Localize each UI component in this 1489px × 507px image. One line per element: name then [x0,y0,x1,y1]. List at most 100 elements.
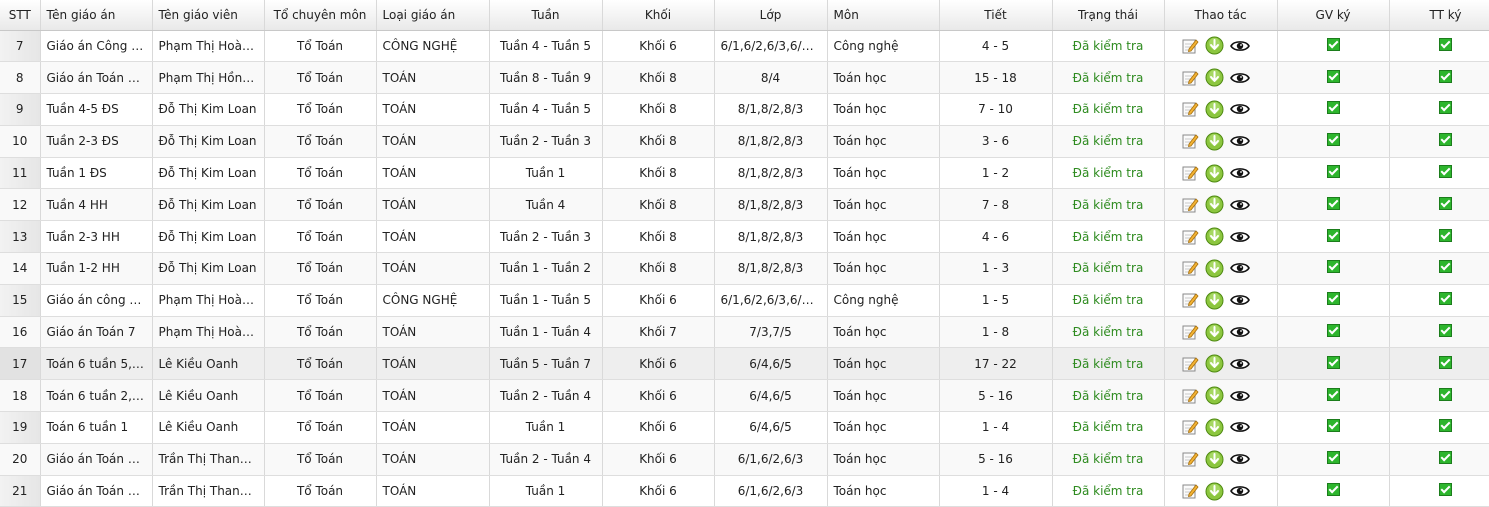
table-row[interactable]: 9 Tuần 4-5 ĐS Đỗ Thị Kim Loan Tổ Toán TOÁN Tu… [0,93,1489,126]
gv-ky-checkbox-checked-icon[interactable] [1326,101,1340,115]
gv-ky-checkbox-checked-icon[interactable] [1326,292,1340,306]
download-icon[interactable] [1205,259,1224,278]
tt-ky-checkbox-checked-icon[interactable] [1439,260,1452,274]
eye-icon[interactable] [1229,102,1250,116]
eye-icon[interactable] [1229,198,1250,212]
edit-icon[interactable] [1181,323,1199,341]
tt-ky-checkbox-checked-icon[interactable] [1439,355,1452,369]
header-stt[interactable]: STT [0,0,41,31]
gv-ky-checkbox-checked-icon[interactable] [1326,196,1340,210]
download-icon[interactable] [1205,450,1224,469]
download-icon[interactable] [1205,132,1224,151]
gv-ky-checkbox-checked-icon[interactable] [1326,387,1340,401]
gv-ky-checkbox-checked-icon[interactable] [1326,69,1340,83]
tt-ky-checkbox-checked-icon[interactable] [1439,419,1452,433]
tt-ky-checkbox-checked-icon[interactable] [1439,165,1452,179]
table-row[interactable]: 11 Tuần 1 ĐS Đỗ Thị Kim Loan Tổ Toán TOÁN Tuầ… [0,157,1489,190]
edit-icon[interactable] [1181,196,1199,214]
eye-icon[interactable] [1229,230,1250,244]
gv-ky-checkbox-checked-icon[interactable] [1326,355,1340,369]
header-ten-giao-vien[interactable]: Tên giáo viên [152,0,265,31]
download-icon[interactable] [1205,291,1224,310]
edit-icon[interactable] [1181,228,1199,246]
edit-icon[interactable] [1181,100,1199,118]
gv-ky-checkbox-checked-icon[interactable] [1326,324,1340,338]
edit-icon[interactable] [1181,387,1199,405]
tt-ky-checkbox-checked-icon[interactable] [1439,69,1452,83]
download-icon[interactable] [1205,195,1224,214]
header-lop[interactable]: Lớp [714,0,828,31]
table-row[interactable]: 21 Giáo án Toán 6 ... Trần Thị Thanh ... Tổ… [0,475,1489,507]
eye-icon[interactable] [1229,39,1250,53]
gv-ky-checkbox-checked-icon[interactable] [1326,165,1340,179]
tt-ky-checkbox-checked-icon[interactable] [1439,387,1452,401]
edit-icon[interactable] [1181,37,1199,55]
eye-icon[interactable] [1229,420,1250,434]
tt-ky-checkbox-checked-icon[interactable] [1439,101,1452,115]
download-icon[interactable] [1205,323,1224,342]
eye-icon[interactable] [1229,389,1250,403]
header-to-chuyen-mon[interactable]: Tổ chuyên môn [264,0,377,31]
eye-icon[interactable] [1229,71,1250,85]
download-icon[interactable] [1205,227,1224,246]
header-trang-thai[interactable]: Trạng thái [1052,0,1165,31]
download-icon[interactable] [1205,164,1224,183]
edit-icon[interactable] [1181,259,1199,277]
table-row[interactable]: 19 Toán 6 tuần 1 Lê Kiều Oanh Tổ Toán TOÁN Tu… [0,411,1489,444]
eye-icon[interactable] [1229,357,1250,371]
edit-icon[interactable] [1181,69,1199,87]
table-row[interactable]: 7 Giáo án Công N... Phạm Thị Hoàn... Tổ Toá… [0,30,1489,63]
eye-icon[interactable] [1229,325,1250,339]
download-icon[interactable] [1205,386,1224,405]
table-row[interactable]: 20 Giáo án Toán 6 ... Trần Thị Thanh ... Tổ… [0,443,1489,476]
gv-ky-checkbox-checked-icon[interactable] [1326,133,1340,147]
gv-ky-checkbox-checked-icon[interactable] [1326,451,1340,465]
header-ten-giao-an[interactable]: Tên giáo án [40,0,153,31]
table-row[interactable]: 13 Tuần 2-3 HH Đỗ Thị Kim Loan Tổ Toán TOÁN T… [0,220,1489,254]
header-tuan[interactable]: Tuần [489,0,603,31]
edit-icon[interactable] [1181,355,1199,373]
table-row[interactable]: 18 Toán 6 tuần 2,3,4 Lê Kiều Oanh Tổ Toán TO… [0,379,1489,413]
tt-ky-checkbox-checked-icon[interactable] [1439,451,1452,465]
header-tt-ky[interactable]: TT ký [1389,0,1489,31]
header-loai-giao-an[interactable]: Loại giáo án [376,0,490,31]
header-khoi[interactable]: Khối [602,0,715,31]
header-thao-tac[interactable]: Thao tác [1164,0,1278,31]
eye-icon[interactable] [1229,134,1250,148]
eye-icon[interactable] [1229,484,1250,498]
edit-icon[interactable] [1181,291,1199,309]
download-icon[interactable] [1205,418,1224,437]
tt-ky-checkbox-checked-icon[interactable] [1439,324,1452,338]
table-row[interactable]: 17 Toán 6 tuần 5,6,7 Lê Kiều Oanh Tổ Toán TO… [0,347,1489,381]
edit-icon[interactable] [1181,482,1199,500]
tt-ky-checkbox-checked-icon[interactable] [1439,133,1452,147]
tt-ky-checkbox-checked-icon[interactable] [1439,37,1452,51]
table-row[interactable]: 12 Tuần 4 HH Đỗ Thị Kim Loan Tổ Toán TOÁN Tuầ… [0,188,1489,222]
header-tiet[interactable]: Tiết [939,0,1053,31]
download-icon[interactable] [1205,68,1224,87]
download-icon[interactable] [1205,354,1224,373]
header-gv-ky[interactable]: GV ký [1277,0,1390,31]
eye-icon[interactable] [1229,293,1250,307]
tt-ky-checkbox-checked-icon[interactable] [1439,292,1452,306]
gv-ky-checkbox-checked-icon[interactable] [1326,419,1340,433]
table-row[interactable]: 16 Giáo án Toán 7 Phạm Thị Hoàn... Tổ Toán T… [0,316,1489,349]
table-row[interactable]: 8 Giáo án Toán 8 ... Phạm Thị Hồng ... Tổ T… [0,61,1489,95]
table-row[interactable]: 14 Tuần 1-2 HH Đỗ Thị Kim Loan Tổ Toán TOÁN T… [0,252,1489,285]
edit-icon[interactable] [1181,418,1199,436]
eye-icon[interactable] [1229,261,1250,275]
table-row[interactable]: 15 Giáo án công n... Phạm Thị Hoàn... Tổ To… [0,284,1489,317]
download-icon[interactable] [1205,482,1224,501]
edit-icon[interactable] [1181,164,1199,182]
tt-ky-checkbox-checked-icon[interactable] [1439,228,1452,242]
tt-ky-checkbox-checked-icon[interactable] [1439,483,1452,497]
table-row[interactable]: 10 Tuần 2-3 ĐS Đỗ Thị Kim Loan Tổ Toán TOÁN T… [0,125,1489,158]
eye-icon[interactable] [1229,166,1250,180]
gv-ky-checkbox-checked-icon[interactable] [1326,483,1340,497]
gv-ky-checkbox-checked-icon[interactable] [1326,260,1340,274]
header-mon[interactable]: Môn [827,0,940,31]
eye-icon[interactable] [1229,452,1250,466]
tt-ky-checkbox-checked-icon[interactable] [1439,196,1452,210]
edit-icon[interactable] [1181,132,1199,150]
download-icon[interactable] [1205,36,1224,55]
